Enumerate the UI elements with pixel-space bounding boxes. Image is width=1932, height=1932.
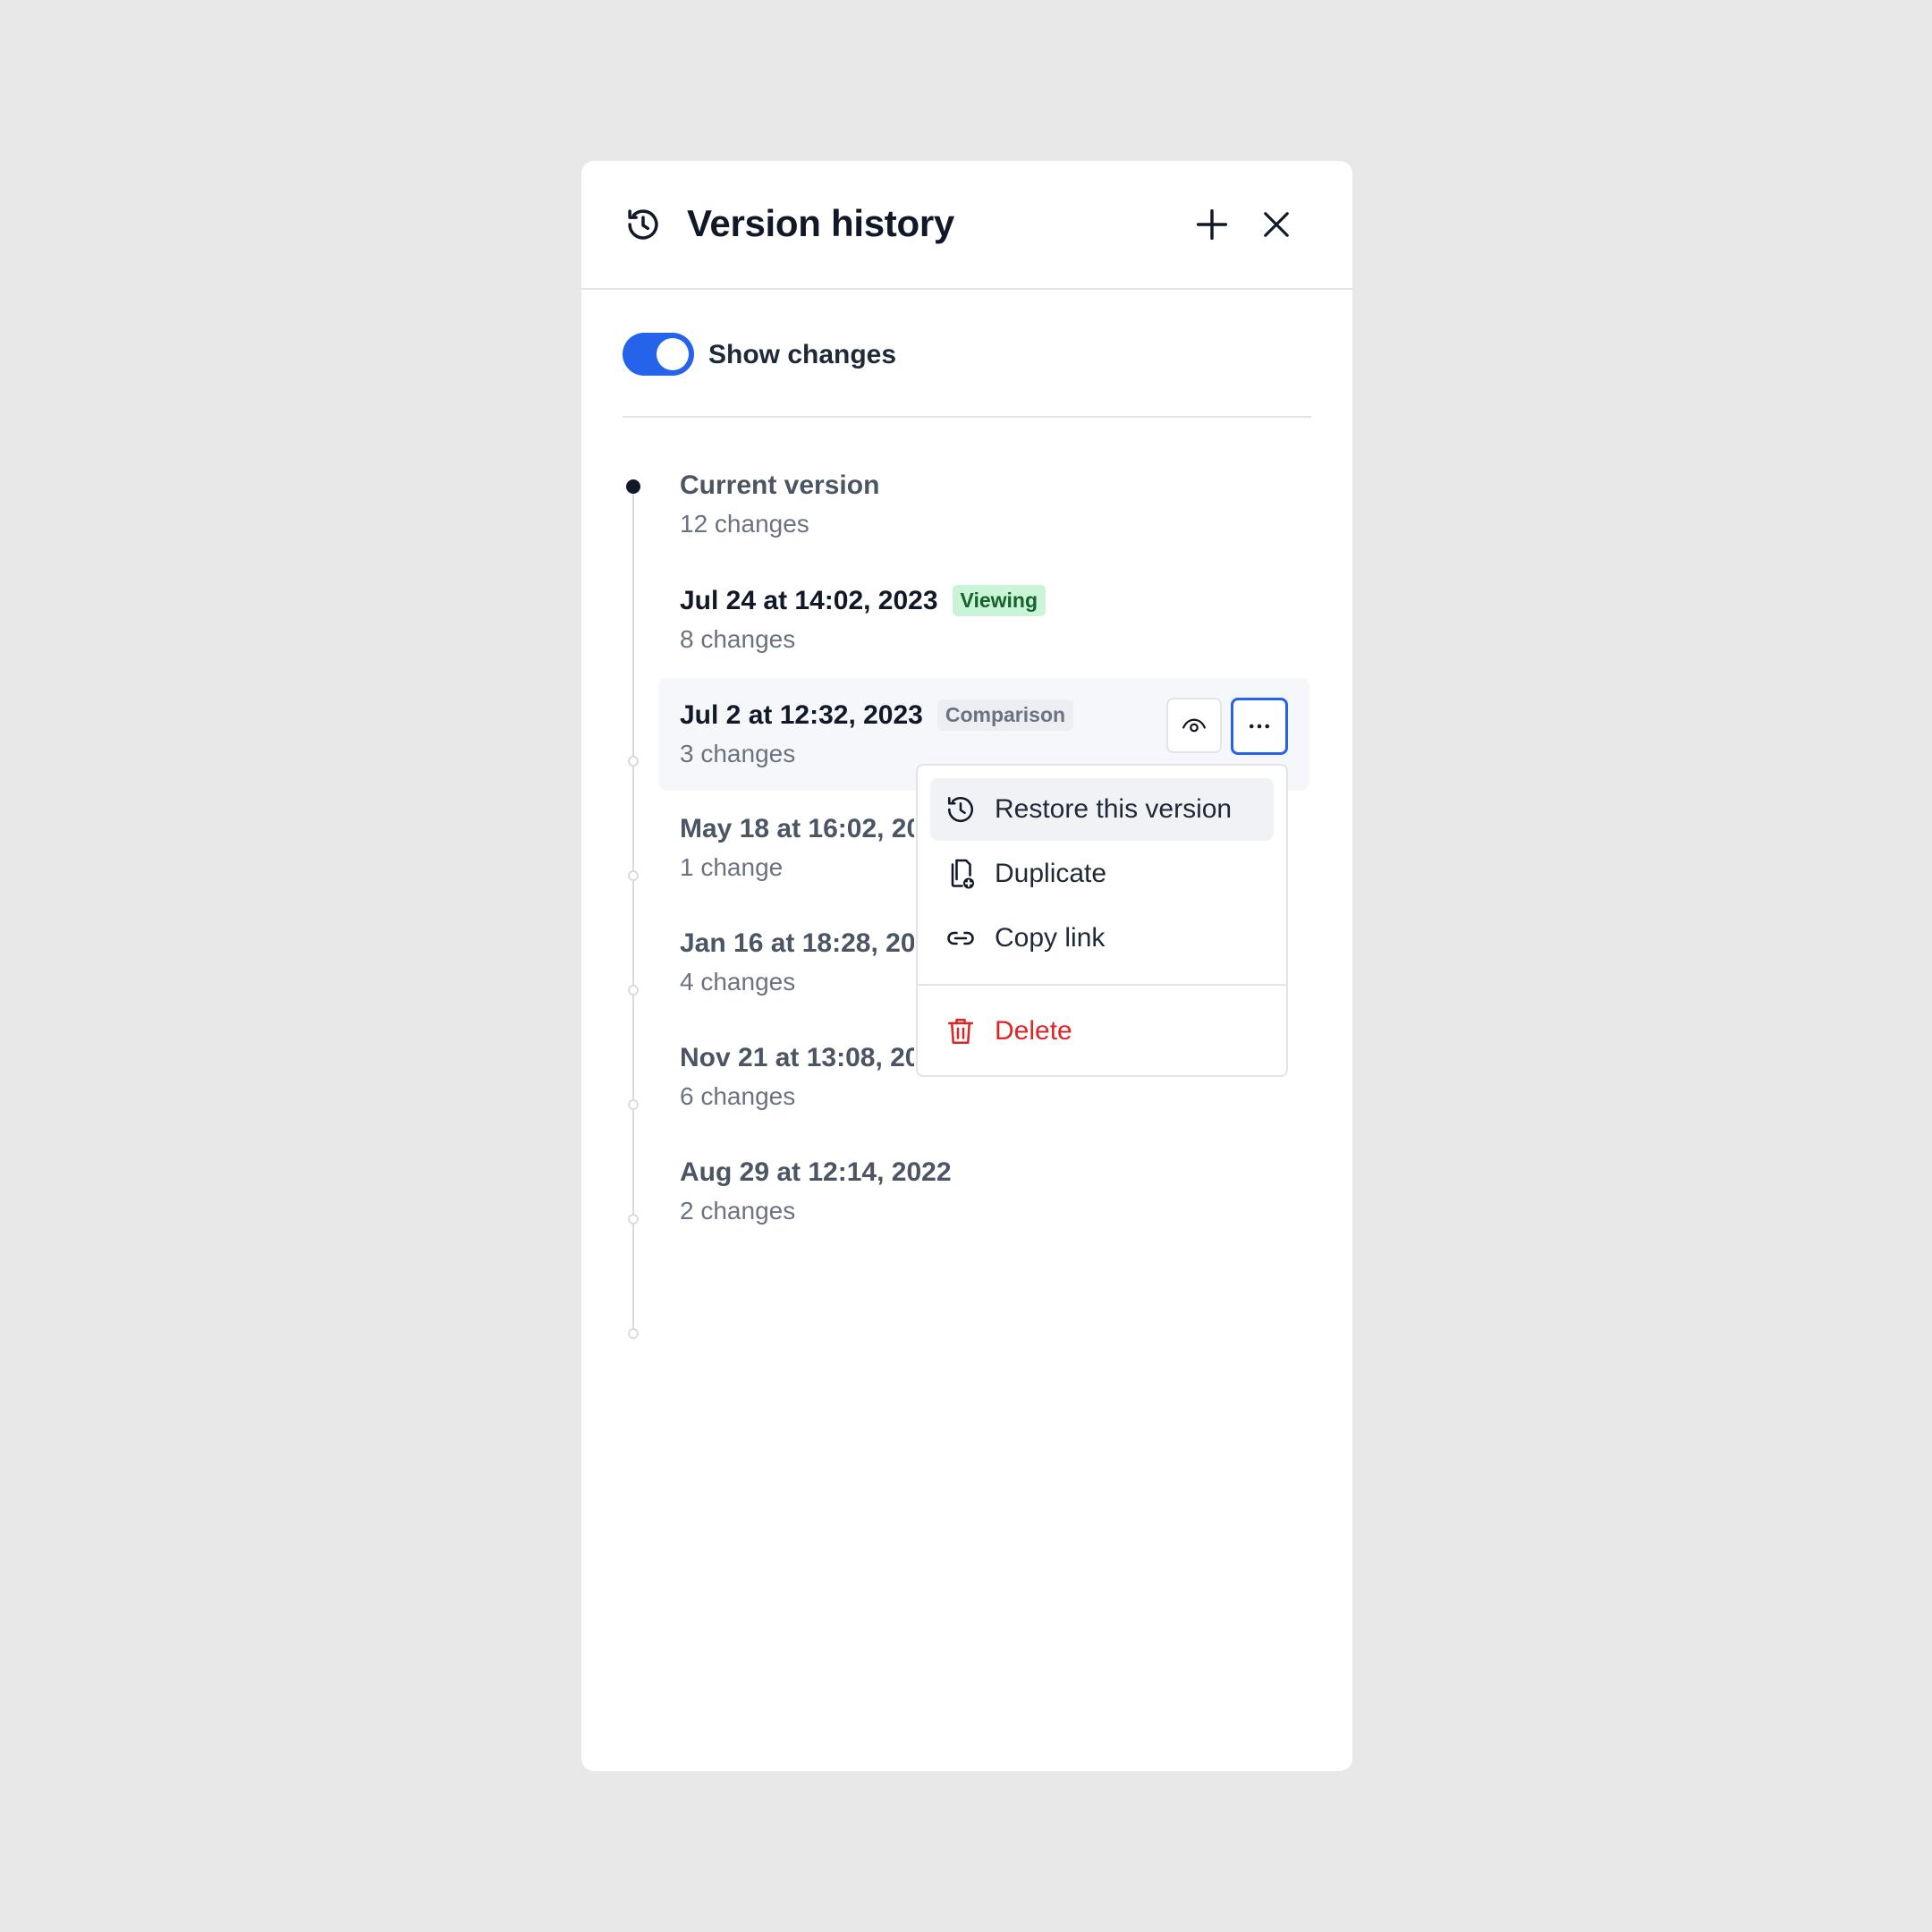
version-item[interactable]: Jul 2 at 12:32, 2023 Comparison 3 changes <box>680 699 1216 768</box>
menu-divider <box>918 984 1286 986</box>
version-changes: 1 change <box>680 853 784 881</box>
menu-item-delete[interactable]: Delete <box>930 1000 1274 1063</box>
version-date: Current version <box>680 470 880 500</box>
timeline-line <box>632 487 634 1335</box>
timeline-dot <box>628 1328 639 1339</box>
menu-item-label: Delete <box>995 1016 1072 1046</box>
timeline-dot <box>628 870 639 881</box>
version-changes: 4 changes <box>680 968 796 996</box>
viewing-badge: Viewing <box>952 585 1046 616</box>
version-changes: 2 changes <box>680 1197 796 1224</box>
divider <box>623 416 1311 418</box>
show-changes-toggle[interactable] <box>623 333 694 376</box>
version-item[interactable]: Nov 21 at 13:08, 2022 6 changes <box>680 1043 914 1111</box>
menu-item-label: Restore this version <box>995 794 1233 824</box>
version-date: Jan 16 at 18:28, 2023 <box>680 928 914 958</box>
panel-title: Version history <box>687 202 954 244</box>
timeline-dot <box>628 1099 639 1110</box>
history-icon <box>628 209 658 240</box>
menu-item-copy-link[interactable]: Copy link <box>930 907 1274 970</box>
version-item[interactable]: May 18 at 16:02, 2023 1 change <box>680 814 914 882</box>
version-item[interactable]: Aug 29 at 12:14, 2022 2 changes <box>680 1157 1216 1225</box>
version-item[interactable]: Jul 24 at 14:02, 2023 Viewing 8 changes <box>680 585 1216 654</box>
timeline-dot <box>628 1214 639 1224</box>
menu-item-restore[interactable]: Restore this version <box>930 778 1274 841</box>
link-icon <box>947 931 974 945</box>
duplicate-icon <box>951 859 974 889</box>
version-date: Nov 21 at 13:08, 2022 <box>680 1043 914 1072</box>
more-horizontal-icon <box>1250 724 1269 729</box>
panel-header: Version history <box>581 161 1352 290</box>
show-changes-row: Show changes <box>623 333 1311 376</box>
trash-icon <box>947 1018 974 1045</box>
version-changes: 6 changes <box>680 1082 796 1110</box>
version-date: Aug 29 at 12:14, 2022 <box>680 1157 952 1187</box>
version-item[interactable]: Current version 12 changes <box>680 470 1216 538</box>
menu-item-label: Copy link <box>995 923 1106 953</box>
history-icon <box>947 796 973 823</box>
version-date: Jul 24 at 14:02, 2023 <box>680 585 938 615</box>
comparison-badge: Comparison <box>936 699 1074 731</box>
version-date: Jul 2 at 12:32, 2023 <box>680 699 923 730</box>
eye-icon <box>1182 718 1206 733</box>
version-history-panel: Version history Show changes Current ver… <box>581 161 1352 1771</box>
version-changes: 8 changes <box>680 625 796 653</box>
menu-item-label: Duplicate <box>995 859 1107 888</box>
menu-item-duplicate[interactable]: Duplicate <box>930 843 1274 905</box>
timeline-dot <box>628 756 639 767</box>
timeline-dot <box>628 985 639 996</box>
view-version-button[interactable] <box>1166 698 1222 753</box>
version-options-menu: Restore this version Duplicate Copy link… <box>916 764 1288 1077</box>
more-options-button[interactable] <box>1231 698 1288 755</box>
timeline-dot-current <box>626 479 640 494</box>
toggle-knob <box>657 338 689 370</box>
close-icon[interactable] <box>1258 206 1295 243</box>
show-changes-label: Show changes <box>708 340 897 369</box>
version-date: May 18 at 16:02, 2023 <box>680 814 914 843</box>
plus-icon[interactable] <box>1191 204 1233 245</box>
version-item[interactable]: Jan 16 at 18:28, 2023 4 changes <box>680 928 914 996</box>
version-changes: 12 changes <box>680 510 809 538</box>
